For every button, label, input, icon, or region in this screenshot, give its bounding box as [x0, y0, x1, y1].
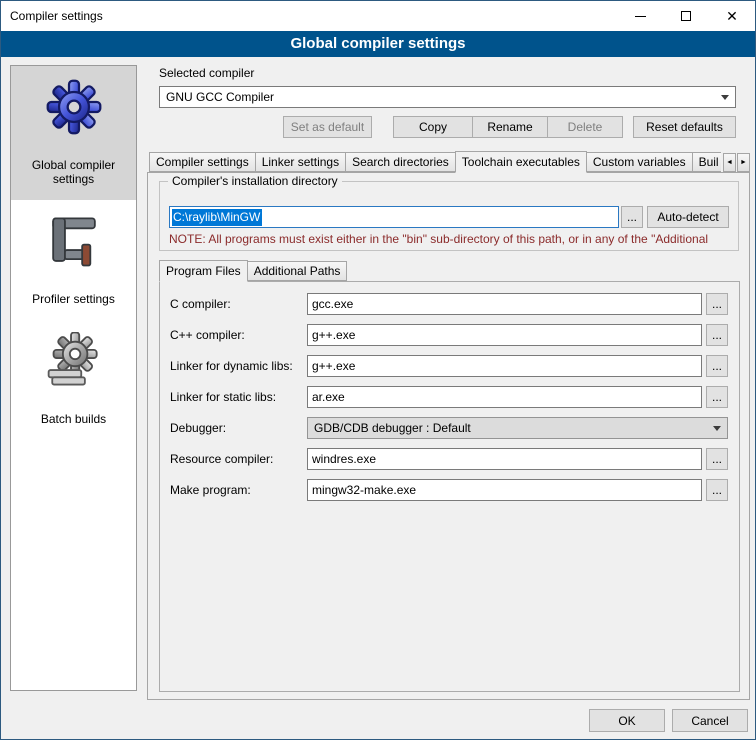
- linker-static-label: Linker for static libs:: [170, 386, 276, 408]
- resource-compiler-label: Resource compiler:: [170, 448, 273, 470]
- sidebar-item-label: Global compiler settings: [14, 158, 133, 186]
- installation-directory-group-label: Compiler's installation directory: [168, 174, 342, 188]
- toolchain-executables-panel: Compiler's installation directory C:\ray…: [147, 172, 750, 700]
- debugger-value: GDB/CDB debugger : Default: [314, 421, 471, 435]
- autodetect-button[interactable]: Auto-detect: [647, 206, 729, 228]
- tab-build-options-truncated[interactable]: Buil: [692, 152, 721, 172]
- settings-tabbar: Compiler settings Linker settings Search…: [149, 150, 721, 173]
- chevron-down-icon: [715, 87, 735, 107]
- make-program-label: Make program:: [170, 479, 251, 501]
- tab-scroll-right-button[interactable]: ►: [737, 153, 750, 172]
- linker-dynamic-browse-button[interactable]: ...: [706, 355, 728, 377]
- subtab-additional-paths[interactable]: Additional Paths: [247, 261, 348, 281]
- sidebar-item-global-compiler-settings[interactable]: Global compiler settings: [11, 66, 136, 200]
- tab-custom-variables[interactable]: Custom variables: [586, 152, 693, 172]
- window-controls: ✕: [617, 1, 755, 31]
- tab-compiler-settings[interactable]: Compiler settings: [149, 152, 256, 172]
- program-files-tabbar: Program Files Additional Paths: [159, 260, 735, 282]
- selected-compiler-combobox[interactable]: GNU GCC Compiler: [159, 86, 736, 108]
- cancel-button[interactable]: Cancel: [672, 709, 748, 732]
- installation-directory-groupbox: Compiler's installation directory C:\ray…: [159, 181, 739, 251]
- window-title: Compiler settings: [1, 9, 103, 23]
- c-compiler-browse-button[interactable]: ...: [706, 293, 728, 315]
- resource-compiler-input[interactable]: [307, 448, 702, 470]
- tab-search-directories[interactable]: Search directories: [345, 152, 456, 172]
- delete-button[interactable]: Delete: [547, 116, 623, 138]
- ok-button[interactable]: OK: [589, 709, 665, 732]
- settings-category-list: Global compiler settings Profiler settin…: [10, 65, 137, 691]
- compiler-settings-window: Compiler settings ✕ Global compiler sett…: [0, 0, 756, 740]
- cpp-compiler-input[interactable]: [307, 324, 702, 346]
- reset-defaults-button[interactable]: Reset defaults: [633, 116, 736, 138]
- close-icon: ✕: [726, 9, 738, 23]
- program-files-panel: C compiler: ... C++ compiler: ... Linker…: [159, 281, 740, 692]
- maximize-icon: [681, 11, 691, 21]
- cpp-compiler-browse-button[interactable]: ...: [706, 324, 728, 346]
- linker-dynamic-input[interactable]: [307, 355, 702, 377]
- dialog-content: Global compiler settings Profiler settin…: [2, 57, 754, 738]
- close-button[interactable]: ✕: [709, 1, 755, 31]
- tab-scroll-left-button[interactable]: ◄: [723, 153, 736, 172]
- installation-directory-input[interactable]: C:\raylib\MinGW: [169, 206, 619, 228]
- tab-linker-settings[interactable]: Linker settings: [255, 152, 346, 172]
- sidebar-item-label: Profiler settings: [32, 292, 115, 306]
- sidebar-item-batch-builds[interactable]: Batch builds: [11, 320, 136, 440]
- minimize-icon: [635, 16, 646, 17]
- set-as-default-button[interactable]: Set as default: [283, 116, 372, 138]
- copy-button[interactable]: Copy: [393, 116, 473, 138]
- linker-static-browse-button[interactable]: ...: [706, 386, 728, 408]
- chevron-down-icon: [707, 418, 727, 438]
- debugger-combobox[interactable]: GDB/CDB debugger : Default: [307, 417, 728, 439]
- profiler-clamp-icon: [45, 212, 103, 270]
- minimize-button[interactable]: [617, 1, 663, 31]
- linker-dynamic-label: Linker for dynamic libs:: [170, 355, 293, 377]
- selected-compiler-value: GNU GCC Compiler: [166, 90, 274, 104]
- batch-builds-gear-icon: [45, 332, 103, 390]
- selected-compiler-label: Selected compiler: [159, 66, 254, 80]
- sidebar-item-label: Batch builds: [41, 412, 106, 426]
- directory-browse-button[interactable]: ...: [621, 206, 643, 228]
- c-compiler-label: C compiler:: [170, 293, 231, 315]
- make-program-input[interactable]: [307, 479, 702, 501]
- cpp-compiler-label: C++ compiler:: [170, 324, 245, 346]
- titlebar[interactable]: Compiler settings ✕: [1, 1, 755, 31]
- linker-static-input[interactable]: [307, 386, 702, 408]
- debugger-label: Debugger:: [170, 417, 226, 439]
- rename-button[interactable]: Rename: [472, 116, 548, 138]
- resource-compiler-browse-button[interactable]: ...: [706, 448, 728, 470]
- sidebar-item-profiler-settings[interactable]: Profiler settings: [11, 200, 136, 320]
- dialog-banner-title: Global compiler settings: [1, 31, 755, 57]
- maximize-button[interactable]: [663, 1, 709, 31]
- directory-note-text: NOTE: All programs must exist either in …: [169, 232, 735, 246]
- make-program-browse-button[interactable]: ...: [706, 479, 728, 501]
- blue-gear-icon: [45, 78, 103, 136]
- subtab-program-files[interactable]: Program Files: [159, 260, 248, 282]
- installation-directory-selected-text: C:\raylib\MinGW: [172, 209, 262, 226]
- tab-toolchain-executables[interactable]: Toolchain executables: [455, 151, 587, 173]
- c-compiler-input[interactable]: [307, 293, 702, 315]
